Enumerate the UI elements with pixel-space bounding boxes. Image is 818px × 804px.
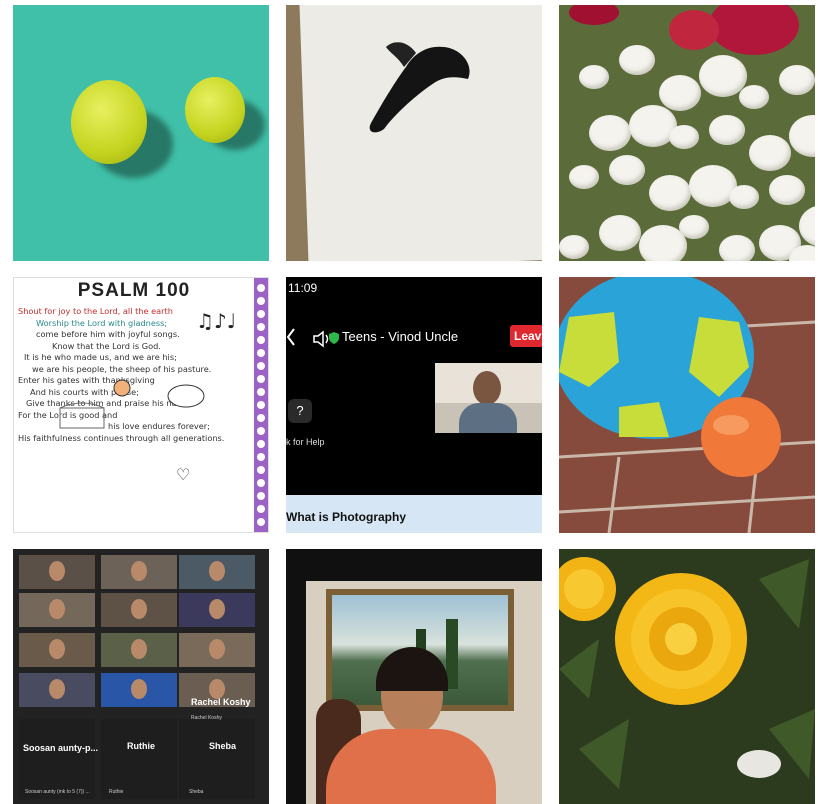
gate-icon xyxy=(59,402,105,429)
participant-name: Ruthie xyxy=(127,741,155,751)
participant-tile xyxy=(179,593,255,627)
participant-tile xyxy=(19,633,95,667)
hydrangea-petal xyxy=(649,175,691,211)
participant-tile xyxy=(101,593,177,627)
shield-icon xyxy=(329,332,339,344)
border-dot xyxy=(257,492,265,500)
purple-border xyxy=(254,278,268,532)
zoom-screenshot: 11:09 Teens - Vinod Uncle Leav ? k for H… xyxy=(286,277,542,533)
hydrangea-petal xyxy=(709,115,745,145)
border-dot xyxy=(257,518,265,526)
hydrangea-petal xyxy=(679,215,709,239)
border-dot xyxy=(257,323,265,331)
hydrangea-petal xyxy=(609,155,645,185)
participant-tile xyxy=(19,555,95,589)
zoom-gallery-view: Rachel Koshy Rachel Koshy Soosan aunty-p… xyxy=(13,549,269,804)
status-time: 11:09 xyxy=(288,281,318,295)
hydrangea-petal xyxy=(669,125,699,149)
hydrangea-petal xyxy=(579,65,609,89)
help-icon[interactable]: ? xyxy=(288,399,312,423)
orange-ball xyxy=(701,397,781,477)
help-label: k for Help xyxy=(286,437,325,447)
participant-tile xyxy=(179,633,255,667)
participant-name: Sheba xyxy=(209,741,237,751)
border-dot xyxy=(257,453,265,461)
back-chevron-icon[interactable] xyxy=(286,327,296,347)
participant-name: Soosan aunty-p... xyxy=(23,743,99,753)
heart-icon: ♡ xyxy=(176,465,190,484)
psalm-title: PSALM 100 xyxy=(77,280,191,301)
participant-tile xyxy=(101,555,177,589)
leave-button[interactable]: Leav xyxy=(510,325,542,347)
border-dot xyxy=(257,284,265,292)
participant-tile xyxy=(101,673,177,707)
hydrangea-petal xyxy=(739,85,769,109)
hydrangea-petal xyxy=(749,135,791,171)
participant-tile xyxy=(179,719,255,799)
border-dot xyxy=(257,349,265,357)
meeting-title[interactable]: Teens - Vinod Uncle xyxy=(342,329,458,344)
hydrangea-petal xyxy=(779,65,815,95)
photo-hair-clip xyxy=(286,5,542,261)
photo-hydrangeas xyxy=(559,5,815,261)
hydrangea-petal xyxy=(559,235,589,259)
photo-marigold xyxy=(559,549,815,804)
svg-text:♫♪♩: ♫♪♩ xyxy=(196,309,236,333)
hydrangea-petal xyxy=(659,75,701,111)
border-dot xyxy=(257,479,265,487)
hydrangea-petal xyxy=(799,205,815,247)
participant-tile xyxy=(19,719,95,799)
photo-balls-on-brick xyxy=(559,277,815,533)
large-ball xyxy=(71,80,147,164)
border-dot xyxy=(257,401,265,409)
zoom-speaker-view xyxy=(286,549,542,804)
small-ball xyxy=(185,77,245,143)
participant-tile xyxy=(19,673,95,707)
border-dot xyxy=(257,427,265,435)
hydrangea-petal xyxy=(569,165,599,189)
participant-tile xyxy=(179,555,255,589)
border-dot xyxy=(257,466,265,474)
participant-video xyxy=(435,363,542,433)
hair-clip-icon xyxy=(369,42,470,133)
hydrangea-petal xyxy=(729,185,759,209)
participant-name: Rachel Koshy xyxy=(191,697,251,707)
participant-tile xyxy=(101,633,177,667)
child-icon xyxy=(113,379,131,397)
border-dot xyxy=(257,440,265,448)
hydrangea-petal xyxy=(589,115,631,151)
photo-yellow-balls xyxy=(13,5,269,261)
svg-text:♡: ♡ xyxy=(176,465,190,484)
hydrangea-petal xyxy=(769,175,805,205)
psalm-100-poster: PSALM 100 Shout for joy to the Lord, all… xyxy=(13,277,269,533)
participant-tile xyxy=(101,719,177,799)
border-dot xyxy=(257,336,265,344)
border-dot xyxy=(257,375,265,383)
border-dot xyxy=(257,297,265,305)
border-dot xyxy=(257,505,265,513)
border-dot xyxy=(257,414,265,422)
share-title: What is Photography xyxy=(286,510,406,524)
participant-tile xyxy=(19,593,95,627)
border-dot xyxy=(257,388,265,396)
hydrangea-petal xyxy=(789,115,815,157)
border-dot xyxy=(257,362,265,370)
hydrangea-petal xyxy=(719,235,755,261)
sheep-icon xyxy=(167,384,205,408)
hydrangea-petal xyxy=(599,215,641,251)
border-dot xyxy=(257,310,265,318)
hydrangea-petal xyxy=(619,45,655,75)
music-note-icon: ♫♪♩ xyxy=(196,309,236,333)
